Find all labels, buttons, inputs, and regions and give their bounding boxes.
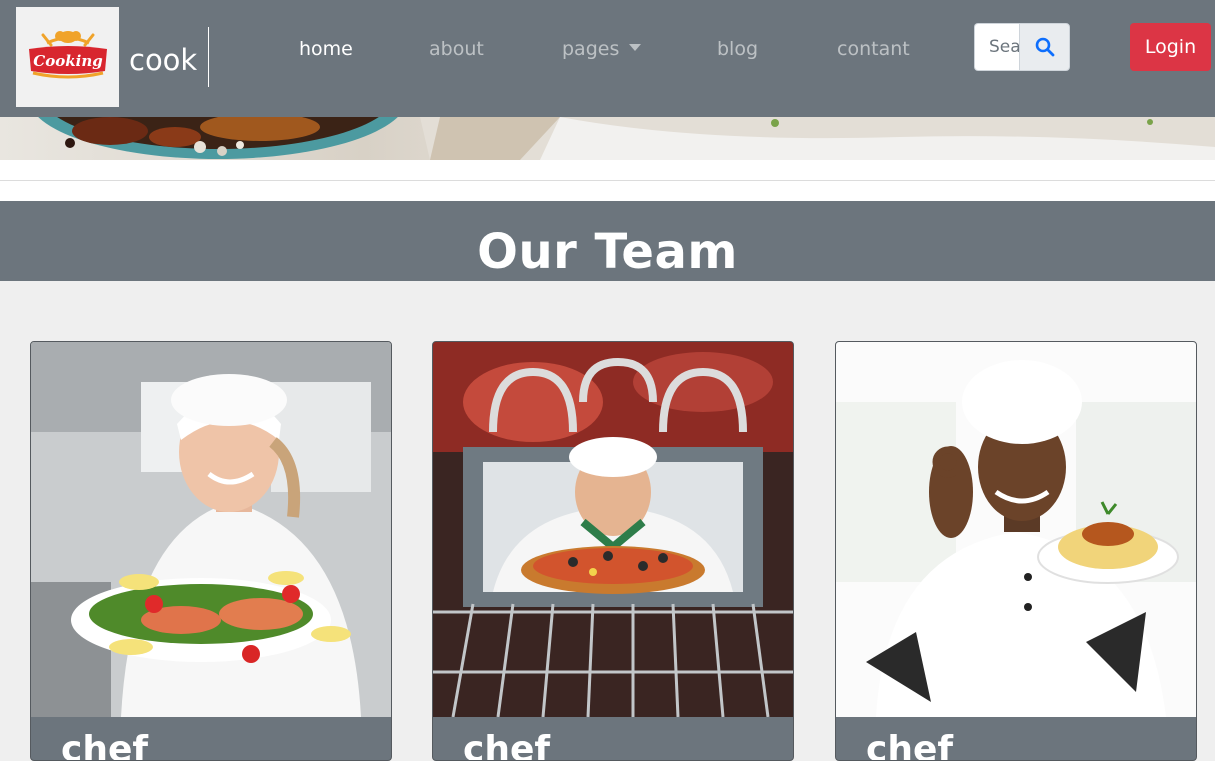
chef-photo [433, 342, 793, 717]
search-icon [1035, 37, 1054, 57]
brand-divider [208, 27, 209, 87]
card-title: chef [61, 729, 149, 761]
logo-wordmark: Cooking [33, 52, 102, 70]
card-title: chef [463, 729, 551, 761]
nav-link-pages-label: pages [562, 38, 620, 60]
team-header: Our Team [0, 201, 1215, 281]
female-chef-photo [31, 342, 391, 717]
card-title: chef [866, 729, 954, 761]
chef-photo [836, 342, 1196, 717]
team-title: Our Team [477, 224, 738, 280]
nav-link-contant[interactable]: contant [837, 36, 910, 62]
cooking-logo-icon: Cooking [28, 31, 107, 79]
chevron-down-icon [629, 44, 642, 51]
login-button[interactable]: Login [1130, 23, 1211, 71]
spaghetti-chef-photo [836, 342, 1196, 717]
search-button[interactable] [1019, 23, 1070, 71]
nav-link-blog[interactable]: blog [717, 36, 758, 62]
team-card[interactable]: chef [835, 341, 1197, 761]
hero-food-image [38, 117, 1215, 160]
pizza-chef-photo [433, 342, 793, 717]
nav-link-about[interactable]: about [429, 36, 484, 62]
team-card[interactable]: chef [432, 341, 794, 761]
team-card[interactable]: chef [30, 341, 392, 761]
navbar: Cooking cook home about pages blog conta… [0, 0, 1215, 117]
divider [0, 180, 1215, 181]
nav-link-pages-dropdown[interactable]: pages [562, 36, 642, 62]
nav-link-home[interactable]: home [299, 36, 353, 62]
brand-name[interactable]: cook [129, 40, 197, 80]
search-input[interactable] [974, 23, 1020, 71]
brand-logo[interactable]: Cooking [16, 7, 119, 107]
hero-image [0, 117, 1215, 160]
chef-photo [31, 342, 391, 717]
